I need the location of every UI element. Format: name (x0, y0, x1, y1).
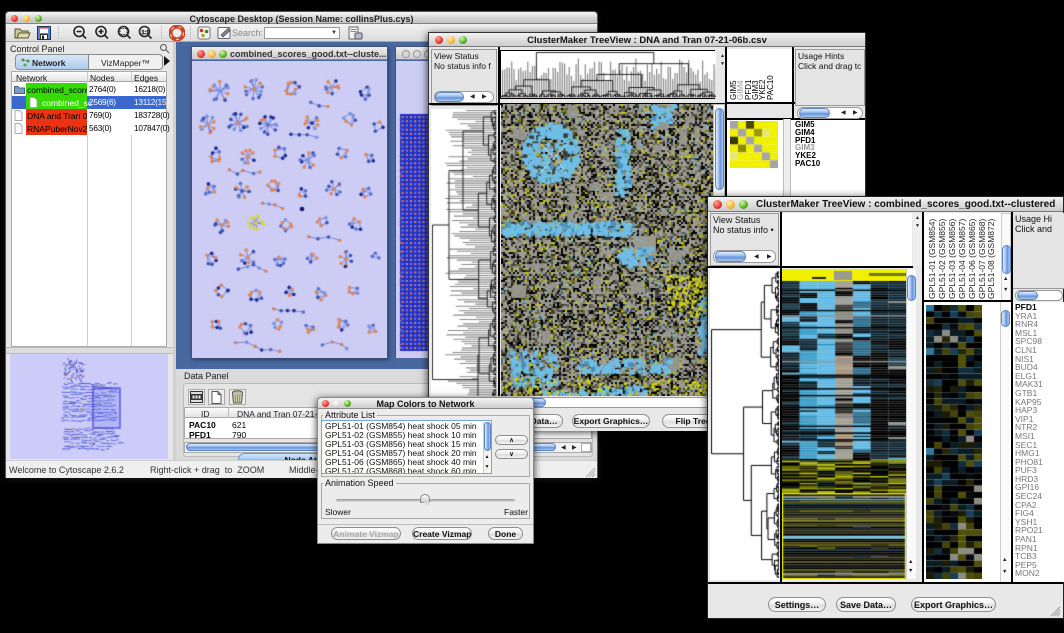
svg-text:1:1: 1:1 (142, 30, 150, 36)
